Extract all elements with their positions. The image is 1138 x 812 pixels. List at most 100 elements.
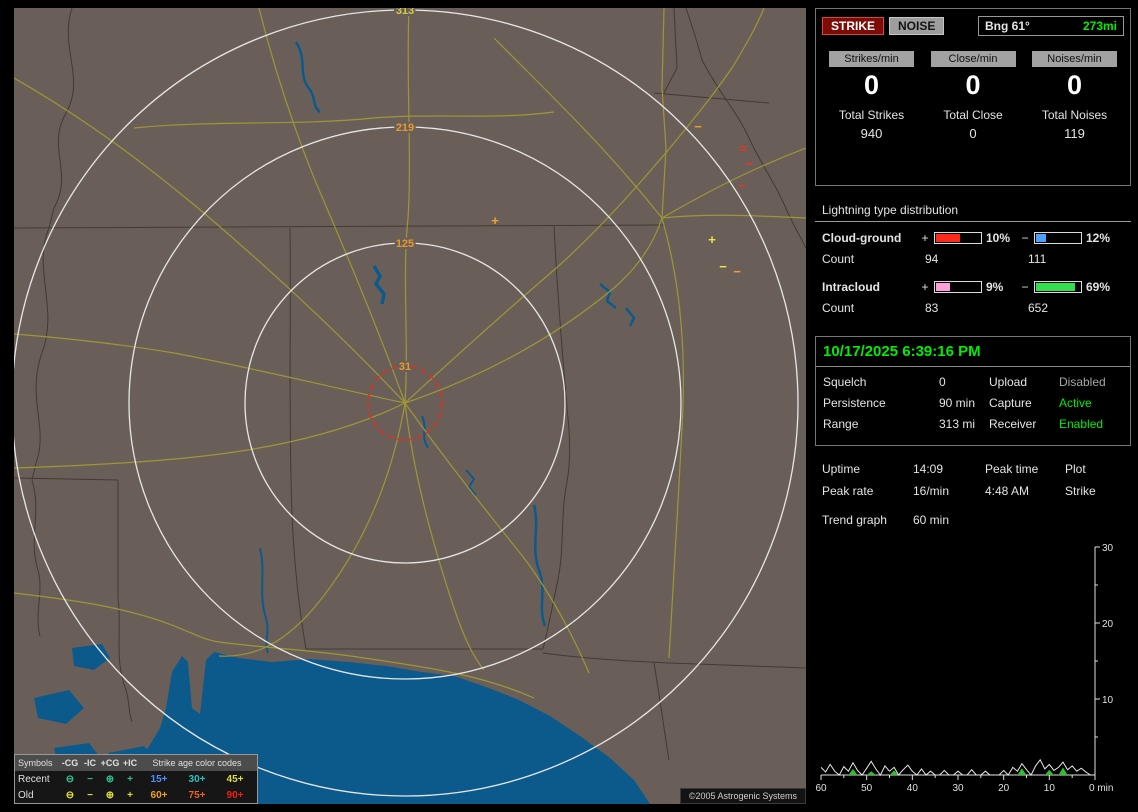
bearing-display: Bng 61° 273mi	[978, 16, 1124, 36]
cloud-ground-count-row: Count 94 111	[815, 252, 1131, 266]
upload-label: Upload	[989, 375, 1028, 389]
svg-text:40: 40	[907, 783, 919, 794]
state-borders-layer	[14, 8, 806, 761]
intracloud-label: Intracloud	[822, 280, 881, 294]
legend-recent-label: Recent	[18, 773, 50, 785]
trend-graph-window: 60 min	[913, 513, 950, 527]
legend-recent-row: Recent ⊖ − ⊕ + 15+ 30+ 45+	[15, 771, 257, 787]
total-noises-value: 119	[1064, 126, 1085, 141]
persistence-value: 90 min	[939, 396, 976, 410]
persistence-label: Persistence	[823, 396, 886, 410]
legend-recent-ages: 15+ 30+ 45+	[140, 774, 254, 785]
legend-symbols-header: Symbols	[18, 758, 53, 768]
close-rate-column: Close/min 0 Total Close 0	[924, 51, 1023, 141]
receiver-label: Receiver	[989, 417, 1037, 431]
legend-col-neg-ic: -IC	[84, 758, 96, 768]
intracloud-row: Intracloud + 9% − 69%	[815, 280, 1131, 294]
cg-negative-pct: 12%	[1086, 231, 1111, 245]
age-code: 60+	[150, 789, 168, 801]
peak-time-value: 4:48 AM	[985, 484, 1030, 498]
receiver-status: Enabled	[1059, 417, 1104, 431]
trend-graph-label: Trend graph	[822, 513, 887, 527]
cloud-ground-row: Cloud-ground + 10% − 12%	[815, 231, 1131, 245]
legend-col-pos-ic: +IC	[122, 758, 138, 768]
svg-text:+: +	[708, 232, 716, 247]
svg-text:−: −	[745, 156, 753, 171]
trend-panel: Uptime 14:09 Peak time Plot Peak rate 16…	[815, 455, 1131, 804]
plus-icon: +	[127, 789, 133, 801]
total-strikes-label: Total Strikes	[838, 108, 905, 122]
svg-text:60: 60	[815, 783, 827, 794]
noise-mode-button[interactable]: NOISE	[889, 17, 945, 35]
minus-icon: −	[87, 773, 93, 785]
age-code: 45+	[226, 773, 244, 785]
peak-rate-value: 16/min	[913, 484, 950, 498]
current-datetime: 10/17/2025 6:39:16 PM	[816, 337, 1130, 367]
svg-text:30: 30	[1102, 543, 1114, 554]
noises-per-min-value: 0	[1066, 70, 1083, 100]
ic-positive-bar	[934, 281, 982, 293]
svg-text:10: 10	[1102, 695, 1114, 706]
session-stats-grid: Uptime 14:09 Peak time Plot Peak rate 16…	[815, 455, 1131, 498]
marsh-patch	[34, 690, 84, 724]
svg-text:=: =	[739, 141, 747, 156]
strikes-per-min-value: 0	[863, 70, 880, 100]
highways-layer	[14, 8, 806, 699]
count-label: Count	[822, 252, 855, 266]
intracloud-count-row: Count 83 652	[815, 301, 1131, 315]
cg-positive-pct: 10%	[986, 231, 1011, 245]
ic-negative-pct: 69%	[1086, 280, 1111, 294]
plot-label: Plot	[1065, 462, 1086, 476]
uptime-value: 14:09	[913, 462, 944, 476]
ic-negative-bar	[1034, 281, 1082, 293]
circle-minus-icon: ⊖	[65, 789, 75, 801]
svg-text:−: −	[738, 178, 746, 193]
plus-icon: +	[127, 773, 133, 785]
svg-text:−: −	[719, 259, 727, 274]
cg-positive-bar	[934, 232, 982, 244]
mode-row: STRIKE NOISE Bng 61° 273mi	[816, 9, 1130, 36]
strike-mode-button[interactable]: STRIKE	[822, 17, 885, 35]
noises-per-min-header: Noises/min	[1032, 51, 1117, 67]
total-noises-label: Total Noises	[1041, 108, 1108, 122]
lightning-tracker-window: { "map": { "land_color": "#6a5f58", "wat…	[0, 0, 1138, 812]
peak-time-label: Peak time	[985, 462, 1039, 476]
svg-text:−: −	[733, 264, 741, 279]
bearing-distance: 273mi	[1082, 19, 1117, 33]
age-code: 30+	[188, 773, 206, 785]
strikes-rate-column: Strikes/min 0 Total Strikes 940	[822, 51, 921, 141]
total-close-value: 0	[969, 126, 977, 141]
legend-old-row: Old ⊖ − ⊕ + 60+ 75+ 90+	[15, 787, 257, 803]
svg-text:+: +	[491, 213, 499, 228]
status-panel: 10/17/2025 6:39:16 PM Squelch 0 Upload D…	[815, 336, 1131, 446]
squelch-label: Squelch	[823, 375, 867, 389]
trend-chart: 10 20 30 60 50 40 30 20 10 0 min	[815, 543, 1114, 794]
lightning-distribution-panel: Lightning type distribution Cloud-ground…	[815, 196, 1131, 328]
svg-text:50: 50	[861, 783, 873, 794]
settings-grid: Squelch 0 Upload Disabled Persistence 90…	[816, 367, 1130, 431]
circle-plus-icon: ⊕	[105, 773, 115, 785]
total-close-label: Total Close	[943, 108, 1003, 122]
ic-positive-pct: 9%	[986, 280, 1004, 294]
cg-positive-count: 94	[925, 252, 939, 266]
legend-age-title: Strike age color codes	[152, 758, 242, 768]
age-code: 75+	[188, 789, 206, 801]
svg-text:20: 20	[998, 783, 1010, 794]
cg-negative-count: 111	[1028, 252, 1047, 266]
svg-text:313: 313	[396, 8, 414, 17]
svg-text:125: 125	[396, 238, 414, 250]
svg-text:30: 30	[952, 783, 964, 794]
legend-col-pos-cg: +CG	[100, 758, 120, 768]
lightning-map: 313 219 125 31 + − = − − + − − Symbols -CG -IC +CG…	[14, 8, 806, 804]
circle-plus-icon: ⊕	[105, 789, 115, 801]
minus-sign: −	[1021, 280, 1029, 294]
rate-columns: Strikes/min 0 Total Strikes 940 Close/mi…	[816, 36, 1130, 141]
upload-status: Disabled	[1059, 375, 1106, 389]
age-code: 90+	[226, 789, 244, 801]
count-label: Count	[822, 301, 855, 315]
age-code: 15+	[150, 773, 168, 785]
strike-stats-panel: STRIKE NOISE Bng 61° 273mi Strikes/min 0…	[815, 8, 1131, 186]
plot-value: Strike	[1065, 484, 1096, 498]
plus-sign: +	[921, 231, 929, 245]
noises-rate-column: Noises/min 0 Total Noises 119	[1025, 51, 1124, 141]
